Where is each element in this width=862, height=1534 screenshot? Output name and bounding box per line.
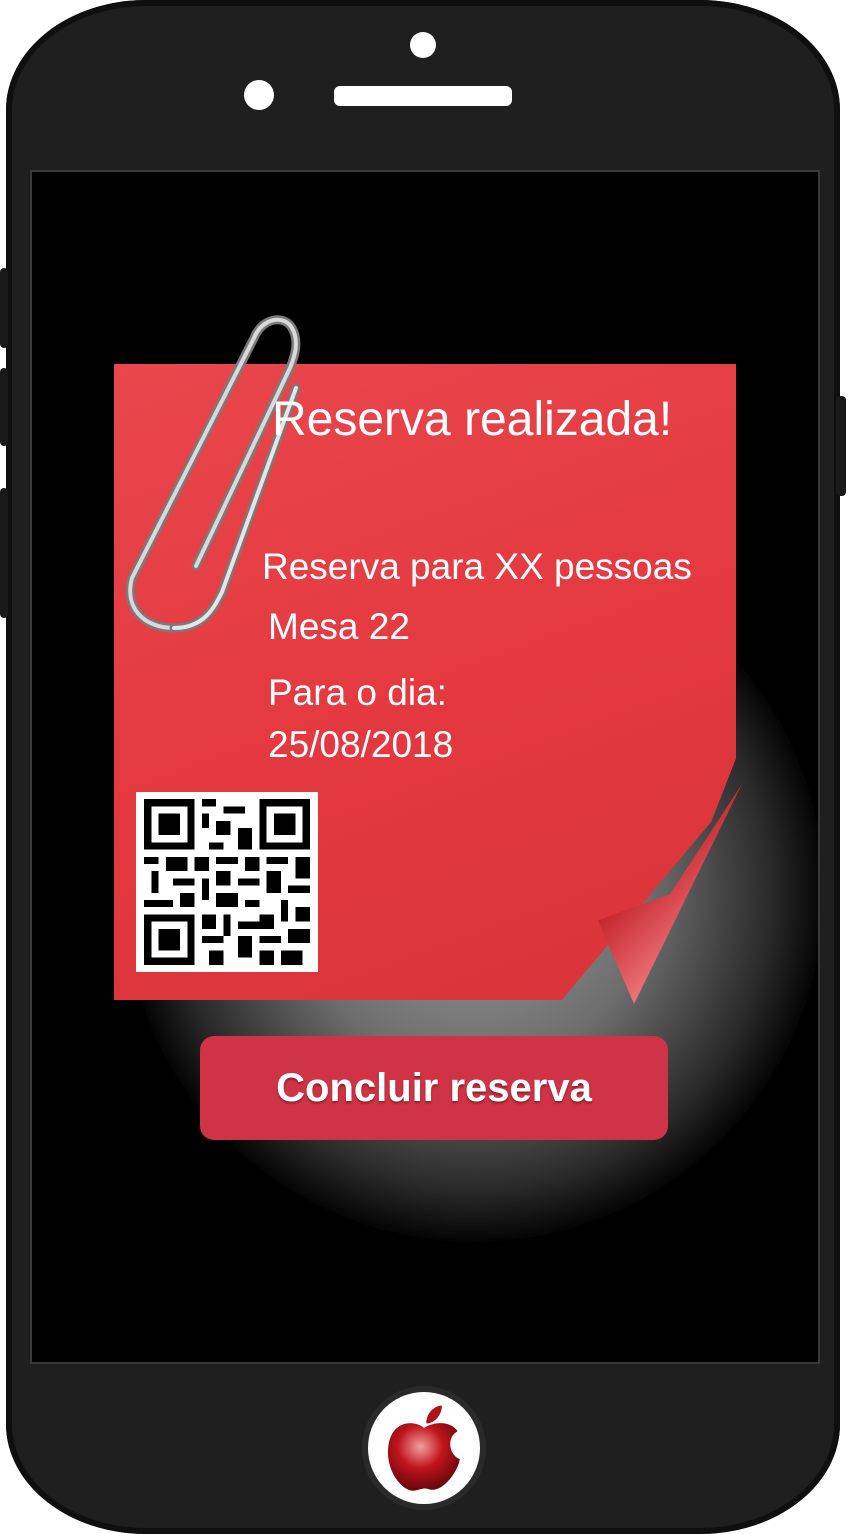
side-button-right xyxy=(836,396,846,496)
confirmation-title: Reserva realizada! xyxy=(272,393,673,446)
apple-logo-icon xyxy=(387,1405,460,1491)
earpiece-speaker xyxy=(334,86,512,106)
table-number-text: Mesa 22 xyxy=(268,606,410,647)
qr-code xyxy=(136,792,318,972)
front-camera xyxy=(410,32,436,58)
home-button[interactable] xyxy=(362,1386,486,1510)
side-button-left-3 xyxy=(0,488,8,618)
qr-code-pattern xyxy=(137,792,317,972)
side-button-left-1 xyxy=(0,268,8,348)
phone-frame: Reserva realizada! Reserva para XX pesso… xyxy=(0,0,846,1534)
people-count-text: Reserva para XX pessoas xyxy=(262,546,692,587)
date-label: Para o dia: xyxy=(268,672,447,713)
date-value: 25/08/2018 xyxy=(268,724,454,765)
conclude-reservation-button[interactable]: Concluir reserva xyxy=(200,1036,668,1140)
proximity-sensor xyxy=(244,80,274,110)
side-button-left-2 xyxy=(0,368,8,446)
screen: Reserva realizada! Reserva para XX pesso… xyxy=(30,170,820,1364)
